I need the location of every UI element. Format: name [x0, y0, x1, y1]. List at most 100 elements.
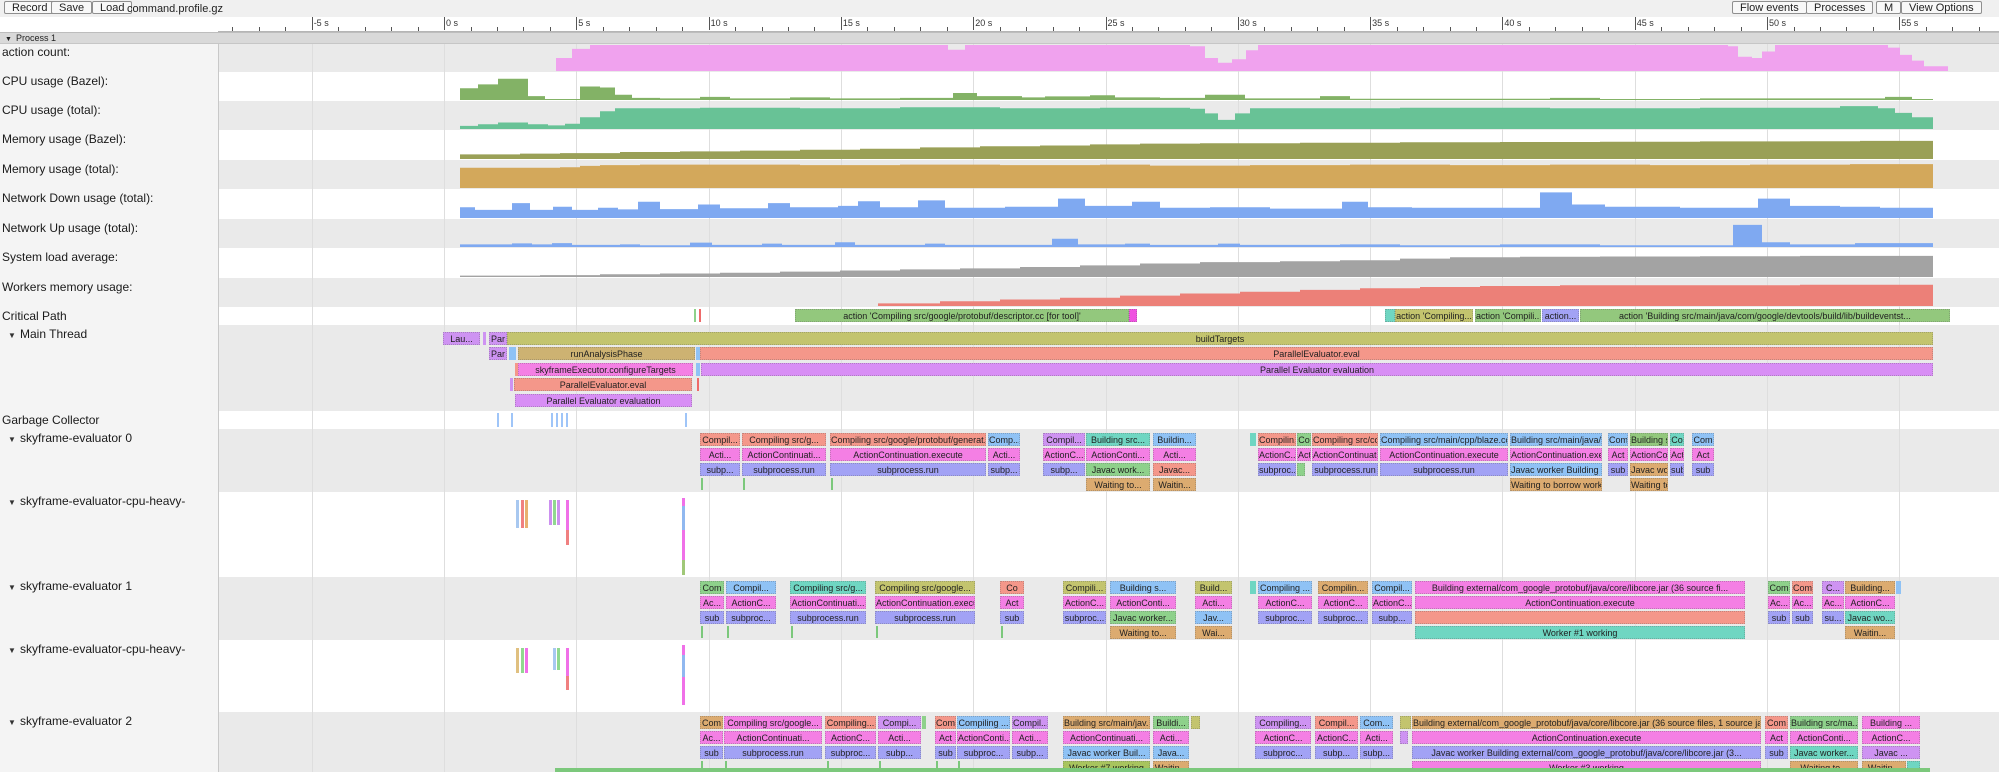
trace-bar[interactable]: action 'Compiling...	[1395, 309, 1473, 322]
trace-bar[interactable]: Compiling...	[825, 716, 876, 729]
trace-bar[interactable]: Act	[1670, 448, 1684, 461]
trace-bar[interactable]: Javac worker Buil...	[1063, 746, 1150, 759]
trace-bar[interactable]	[1250, 581, 1256, 594]
row-label-skyframe-evaluator-2[interactable]: ▼skyframe-evaluator 2	[2, 714, 132, 728]
trace-bar[interactable]: ActionContinuation.execute	[830, 448, 986, 461]
trace-bar[interactable]: Compiling src/main/cpp/blaze.cc	[1380, 433, 1508, 446]
trace-bar[interactable]: Acti...	[988, 448, 1020, 461]
collapse-arrow-icon[interactable]: ▼	[5, 36, 12, 43]
trace-bar[interactable]: sub	[935, 746, 956, 759]
trace-bar[interactable]: ActionConti...	[1110, 596, 1176, 609]
trace-bar[interactable]	[483, 332, 486, 345]
trace-bar[interactable]: ActionC...	[1258, 596, 1312, 609]
trace-bar[interactable]: Building ...	[1862, 716, 1920, 729]
trace-bar[interactable]: subp...	[1043, 463, 1085, 476]
trace-bar[interactable]: subprocess.run	[724, 746, 822, 759]
trace-bar[interactable]: Compiling src/google/protobuf/generat...	[830, 433, 986, 446]
trace-bar[interactable]: sub	[1608, 463, 1628, 476]
trace-bar[interactable]	[1250, 433, 1256, 446]
trace-bar[interactable]: sub	[700, 611, 724, 624]
trace-bar[interactable]: Compiling ...	[1258, 581, 1312, 594]
trace-bar[interactable]: ActionC...	[1315, 731, 1358, 744]
trace-bar[interactable]: action 'Compili...	[1475, 309, 1541, 322]
trace-bar[interactable]: Co	[1000, 581, 1024, 594]
trace-bar[interactable]: action...	[1542, 309, 1579, 322]
trace-bar[interactable]: subproc...	[825, 746, 876, 759]
trace-bar[interactable]: Compili...	[1063, 581, 1106, 594]
trace-bar[interactable]: Com	[1768, 581, 1790, 594]
trace-bar[interactable]: Compiling src/core/...	[1312, 433, 1378, 446]
collapse-arrow-icon[interactable]: ▼	[8, 718, 20, 727]
partial-bottom-bar[interactable]	[555, 768, 1930, 772]
trace-bar[interactable]	[1400, 716, 1411, 729]
trace-bar[interactable]: Act	[1692, 448, 1714, 461]
trace-bar[interactable]: Compi...	[878, 716, 921, 729]
process-header[interactable]: ▼Process 1	[0, 32, 1999, 44]
collapse-arrow-icon[interactable]: ▼	[8, 331, 20, 340]
trace-bar[interactable]: Worker #1 working	[1415, 626, 1745, 639]
trace-bar[interactable]: ActionC...	[1372, 596, 1412, 609]
trace-bar[interactable]: subproc...	[726, 611, 776, 624]
trace-bar[interactable]: Com	[1792, 581, 1813, 594]
trace-bar[interactable]: Javac worker Building external/com_googl…	[1412, 746, 1761, 759]
trace-bar[interactable]: Javac wor...	[1630, 463, 1668, 476]
trace-bar[interactable]	[1896, 581, 1901, 594]
trace-bar[interactable]: Javac worker Building s...	[1510, 463, 1602, 476]
trace-bar[interactable]: Com	[700, 716, 723, 729]
trace-bar[interactable]: ActionC...	[1318, 596, 1368, 609]
trace-bar[interactable]: subp...	[1315, 746, 1358, 759]
trace-bar[interactable]: Building src...	[1086, 433, 1150, 446]
timeline-ruler[interactable]: -5 s0 s5 s10 s15 s20 s25 s30 s35 s40 s45…	[218, 17, 1999, 32]
trace-bar[interactable]: Waiting to...	[1110, 626, 1176, 639]
trace-bar[interactable]: ActionContinuati...	[742, 448, 826, 461]
trace-bar[interactable]: Act	[1765, 731, 1788, 744]
trace-bar[interactable]: Compil...	[1012, 716, 1048, 729]
metrics-button[interactable]: M	[1876, 1, 1901, 14]
trace-bar[interactable]: ActionC...	[1255, 731, 1311, 744]
trace-bar[interactable]: Waitin...	[1153, 478, 1196, 491]
trace-bar[interactable]: Com	[935, 716, 956, 729]
trace-bar[interactable]: Javac...	[1153, 463, 1196, 476]
trace-bar[interactable]: subprocess.run	[1312, 463, 1378, 476]
trace-bar[interactable]: subprocess.run	[830, 463, 986, 476]
trace-bar[interactable]: subproc...	[1063, 611, 1106, 624]
trace-bar[interactable]: subp...	[700, 463, 740, 476]
trace-bar[interactable]: Compil...	[700, 433, 740, 446]
collapse-arrow-icon[interactable]: ▼	[8, 583, 20, 592]
trace-bar[interactable]: Compiling src/g...	[790, 581, 866, 594]
trace-bar[interactable]: Compil...	[1372, 581, 1412, 594]
trace-bar[interactable]: Javac wo...	[1845, 611, 1895, 624]
trace-bar[interactable]: Building...	[1845, 581, 1895, 594]
trace-bar[interactable]: ActionConti...	[957, 731, 1010, 744]
trace-bar[interactable]: Act	[1608, 448, 1628, 461]
trace-bar[interactable]: subprocess.run	[790, 611, 866, 624]
trace-bar[interactable]: Acti...	[1360, 731, 1393, 744]
trace-bar[interactable]	[1297, 463, 1305, 476]
trace-bar[interactable]	[510, 378, 513, 391]
trace-bar[interactable]: Co	[1297, 433, 1311, 446]
trace-bar[interactable]: subproc...	[1318, 611, 1368, 624]
trace-bar[interactable]: ActionContinuation.execute	[875, 596, 975, 609]
trace-bar[interactable]: Acti...	[878, 731, 921, 744]
trace-bar[interactable]: ParallelEvaluator.eval	[700, 347, 1933, 360]
trace-bar[interactable]	[1385, 309, 1395, 322]
trace-bar[interactable]: ActionContinuation.execute	[1415, 596, 1745, 609]
trace-bar[interactable]: ActionContinuati...	[790, 596, 866, 609]
trace-bar[interactable]: subp...	[1360, 746, 1393, 759]
trace-bar[interactable]: ActionConti...	[1086, 448, 1150, 461]
trace-bar[interactable]: Parallel Evaluator evaluation	[515, 394, 692, 407]
trace-bar[interactable]: Acti...	[1153, 448, 1196, 461]
trace-bar[interactable]: Buildi...	[1153, 716, 1189, 729]
processes-button[interactable]: Processes	[1806, 1, 1873, 14]
trace-bar[interactable]: skyframeExecutor.configureTargets	[518, 363, 693, 376]
trace-bar[interactable]	[1415, 611, 1745, 624]
trace-bar[interactable]: subp...	[988, 463, 1020, 476]
trace-bar[interactable]: ActionC...	[726, 596, 776, 609]
flow-events-button[interactable]: Flow events	[1732, 1, 1807, 14]
trace-bar[interactable]: subp...	[1372, 611, 1412, 624]
trace-bar[interactable]	[699, 309, 701, 322]
trace-bar[interactable]	[922, 716, 926, 729]
trace-bar[interactable]: Act	[1297, 448, 1311, 461]
trace-bar[interactable]: Building src/main/java/com/go...	[1510, 433, 1602, 446]
trace-bar[interactable]: sub	[1792, 611, 1813, 624]
